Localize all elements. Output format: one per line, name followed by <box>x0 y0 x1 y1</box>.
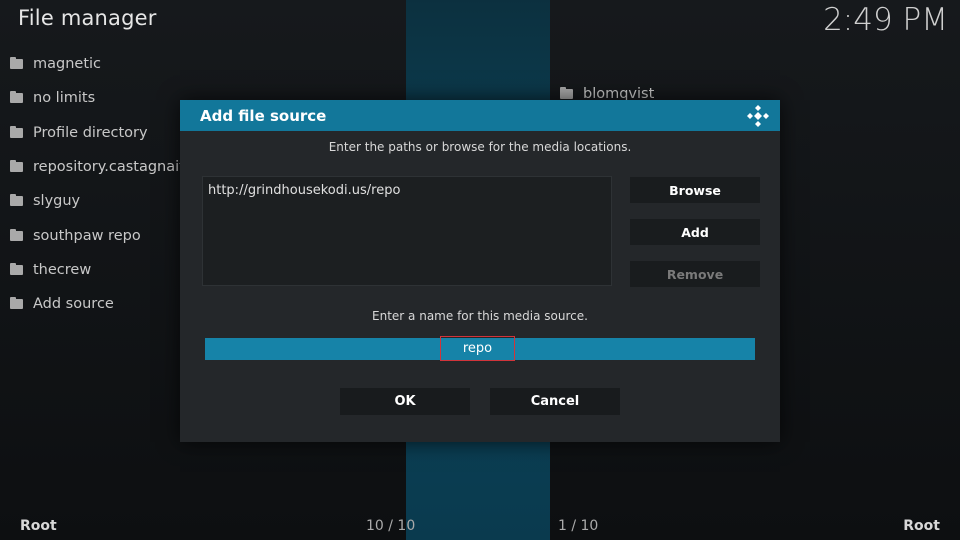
add-file-source-dialog: Add file source Enter the paths or brows… <box>180 100 780 442</box>
source-path-list[interactable]: http://grindhousekodi.us/repo <box>202 176 612 286</box>
right-item-count: 1 / 10 <box>558 518 599 534</box>
folder-icon <box>10 125 23 138</box>
list-item-label: no limits <box>33 90 96 107</box>
footer-left-label: Root <box>20 518 57 534</box>
folder-icon <box>10 262 23 275</box>
folder-icon <box>10 297 23 310</box>
clock: 2:49 PM <box>823 2 948 38</box>
folder-icon <box>10 57 23 70</box>
remove-button[interactable]: Remove <box>630 261 760 287</box>
browse-button[interactable]: Browse <box>630 177 760 203</box>
list-item-label: Profile directory <box>33 124 148 141</box>
add-button[interactable]: Add <box>630 219 760 245</box>
folder-icon <box>10 228 23 241</box>
folder-icon <box>10 194 23 207</box>
list-item-label: thecrew <box>33 261 92 278</box>
list-item[interactable]: magnetic <box>10 47 310 81</box>
kodi-logo-icon <box>747 105 769 127</box>
cancel-button[interactable]: Cancel <box>490 388 620 415</box>
list-item-label: southpaw repo <box>33 227 141 244</box>
name-instruction: Enter a name for this media source. <box>372 309 588 323</box>
dialog-title: Add file source <box>200 106 327 125</box>
folder-icon <box>10 91 23 104</box>
list-item-label: slyguy <box>33 193 81 210</box>
page-title: File manager <box>18 6 157 30</box>
media-source-name-field[interactable]: repo <box>205 336 755 361</box>
list-item-label: magnetic <box>33 56 102 73</box>
list-item-label: Add source <box>33 296 114 313</box>
paths-instruction: Enter the paths or browse for the media … <box>328 140 632 154</box>
list-item-label: repository.castagnait <box>33 159 185 176</box>
folder-icon <box>10 160 23 173</box>
ok-button[interactable]: OK <box>340 388 470 415</box>
path-entry[interactable]: http://grindhousekodi.us/repo <box>208 183 400 198</box>
dialog-header: Add file source <box>180 100 780 131</box>
folder-icon <box>560 87 573 99</box>
footer-right-label: Root <box>903 518 940 534</box>
left-item-count: 10 / 10 <box>366 518 416 534</box>
name-input-value[interactable]: repo <box>440 336 515 361</box>
